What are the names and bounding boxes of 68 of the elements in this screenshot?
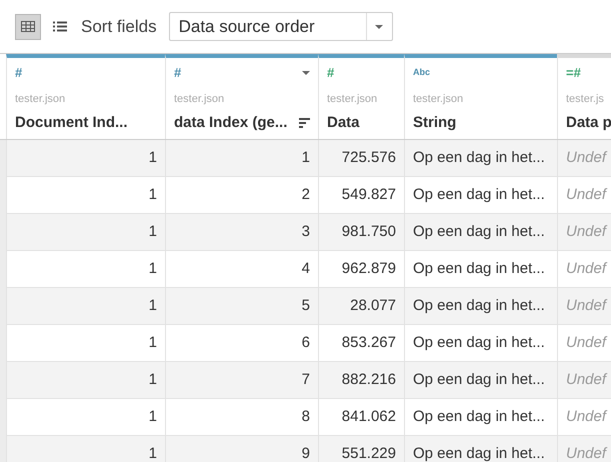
sort-select[interactable]: Data source order — [168, 12, 393, 41]
source-name: tester.json — [174, 92, 226, 107]
table-cell-text: Op een dag in het... — [413, 444, 545, 462]
table-cell-text: Undef — [566, 184, 606, 205]
field-name: Data — [327, 112, 360, 132]
field-type-label: Abc — [413, 66, 430, 80]
table-cell-text: 551.229 — [342, 444, 396, 462]
table-cell-text: Undef — [566, 444, 606, 462]
table-cell-text: 1 — [148, 258, 157, 279]
field-name: Data p — [566, 112, 611, 132]
caret-icon — [375, 24, 384, 28]
view-toggle[interactable] — [15, 14, 41, 40]
table-cell-text: 1 — [302, 148, 310, 168]
table-cell-text: Op een dag in het... — [413, 296, 545, 316]
table-cell-text: Op een dag in het... — [413, 222, 545, 242]
table-cell-text: 4 — [302, 258, 310, 279]
table-cell-text: Undef — [566, 148, 606, 168]
field-name: data Index (ge... — [174, 112, 288, 132]
table-cell-text: 9 — [302, 444, 310, 462]
table-cell-text: Op een dag in het... — [413, 406, 545, 427]
table-cell-text: Op een dag in het... — [413, 184, 545, 205]
table-cell-text: Op een dag in het... — [413, 258, 545, 279]
grid-icon — [21, 21, 35, 32]
table-cell-text: 1 — [148, 184, 157, 205]
table-cell-text: 1 — [148, 370, 157, 390]
dropdown-icon[interactable] — [302, 71, 310, 75]
table-cell-text: 6 — [302, 332, 310, 353]
field-type-label: # — [174, 64, 182, 82]
field-name: String — [413, 112, 456, 132]
table-cell-text: 2 — [302, 184, 310, 205]
table-cell-text: 1 — [148, 444, 157, 462]
table-cell-text: Op een dag in het... — [413, 332, 545, 353]
source-name: tester.json — [327, 92, 378, 107]
table-cell-text: Op een dag in het... — [413, 370, 545, 390]
table-cell-text: Undef — [566, 370, 606, 390]
table-cell-text: Undef — [566, 406, 606, 427]
field-type-label: =# — [566, 64, 581, 82]
table-cell-text: 1 — [148, 148, 157, 168]
table-cell-text: 5 — [302, 296, 310, 316]
table-cell-text: 1 — [148, 296, 157, 316]
list-icon — [53, 21, 67, 32]
table-cell-text: Undef — [566, 222, 606, 242]
field-type-label: # — [327, 64, 334, 82]
sort-label: Sort fields — [81, 16, 157, 38]
table-cell-text: Undef — [566, 258, 606, 279]
table-cell-text: 3 — [302, 222, 310, 242]
table-cell-text: 725.576 — [342, 148, 396, 168]
table-cell-text: 841.062 — [342, 406, 396, 427]
table-cell-text: 1 — [148, 332, 157, 353]
table-cell-text: 28.077 — [350, 296, 396, 316]
field-name: Document Ind... — [15, 112, 128, 132]
source-name: tester.js — [566, 92, 605, 107]
sort-icon[interactable] — [299, 118, 310, 128]
table-cell-text: Op een dag in het... — [413, 148, 545, 168]
field-type-label: # — [15, 64, 22, 82]
table-cell-text: 853.267 — [342, 332, 396, 353]
table-cell-text: Undef — [566, 296, 606, 316]
source-name: tester.json — [413, 92, 464, 107]
table-cell-text: 882.216 — [342, 370, 396, 390]
table-cell-text: Undef — [566, 332, 606, 353]
table-cell-text: 962.879 — [342, 258, 396, 279]
source-name: tester.json — [15, 92, 66, 107]
table-cell-text: 1 — [148, 406, 157, 427]
table-cell-text: 8 — [302, 406, 310, 427]
table-cell-text: 549.827 — [342, 184, 396, 205]
table-cell-text: 7 — [302, 370, 310, 390]
table-cell-text: 1 — [148, 222, 157, 242]
table-cell-text: 981.750 — [342, 222, 396, 242]
